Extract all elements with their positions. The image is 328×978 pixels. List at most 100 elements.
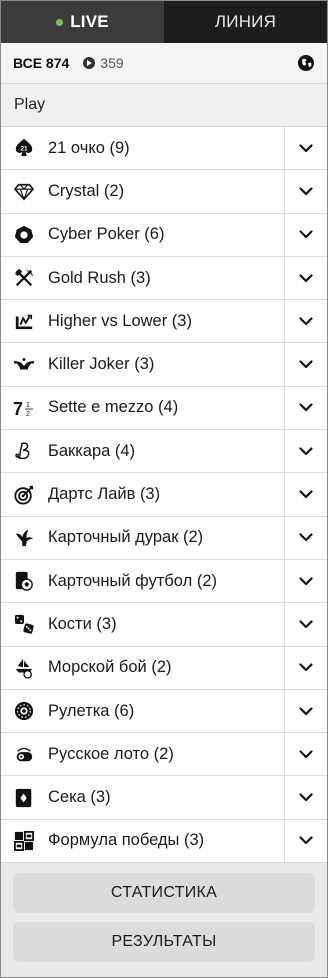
list-item-label: Карточный футбол (2): [48, 571, 217, 590]
list-item: Дартс Лайв (3): [1, 473, 327, 517]
expand-toggle[interactable]: [284, 170, 327, 213]
list-item: Кости (3): [1, 603, 327, 647]
lotto-icon: [13, 743, 35, 765]
expand-toggle[interactable]: [284, 127, 327, 170]
list-item: Рулетка (6): [1, 689, 327, 734]
list-item-main[interactable]: Сека (3): [1, 776, 284, 818]
chevron-down-icon: [299, 144, 313, 153]
svg-text:1: 1: [26, 402, 30, 409]
chevron-down-icon: [299, 663, 313, 672]
list-item-label: Кости (3): [48, 614, 117, 633]
higher-lower-icon: [13, 310, 35, 332]
list-item-main[interactable]: Рулетка (6): [1, 690, 284, 732]
expand-toggle[interactable]: [284, 516, 327, 559]
list-item-main[interactable]: 21 21 очко (9): [1, 127, 284, 169]
list-item: Higher vs Lower (3): [1, 300, 327, 344]
list-item: Карточный футбол (2): [1, 559, 327, 604]
expand-toggle[interactable]: [284, 473, 327, 516]
list-item-main[interactable]: Баккара (4): [1, 430, 284, 472]
live-events-filter[interactable]: 359: [83, 55, 124, 71]
chevron-down-icon: [299, 577, 313, 586]
list-item-label: 21 очко (9): [48, 138, 130, 157]
chevron-down-icon: [299, 447, 313, 456]
expand-toggle[interactable]: [284, 256, 327, 300]
expand-toggle[interactable]: [284, 430, 327, 473]
list-item-label: Карточный дурак (2): [48, 528, 204, 547]
expand-toggle[interactable]: [284, 689, 327, 733]
list-item-main[interactable]: Карточный футбол (2): [1, 560, 284, 602]
expand-toggle[interactable]: [284, 386, 327, 430]
filter-bar: ВСЕ 874 359: [1, 43, 327, 84]
list-item: Cyber Poker (6): [1, 213, 327, 257]
list-item-label: Баккара (4): [48, 441, 136, 460]
tab-live[interactable]: LIVE: [1, 1, 164, 43]
list-item-main[interactable]: Дартс Лайв (3): [1, 473, 284, 515]
expand-toggle[interactable]: [284, 343, 327, 386]
list-item-label: Рулетка (6): [48, 701, 135, 720]
expand-toggle[interactable]: [284, 733, 327, 776]
chevron-down-icon: [299, 490, 313, 499]
baccarat-b-icon: [13, 440, 35, 462]
game-list: 21 21 очко (9) Crystal (2) Cyber Poker (6) G…: [1, 127, 327, 864]
svg-text:21: 21: [20, 145, 28, 152]
list-item-main[interactable]: Морской бой (2): [1, 647, 284, 689]
list-item-label: Higher vs Lower (3): [48, 311, 192, 330]
list-item: Карточный дурак (2): [1, 516, 327, 560]
list-item: Баккара (4): [1, 430, 327, 474]
list-item-main[interactable]: Killer Joker (3): [1, 343, 284, 385]
list-item-label: Дартс Лайв (3): [48, 485, 161, 504]
chevron-down-icon: [299, 836, 313, 845]
list-item-label: Killer Joker (3): [48, 355, 155, 374]
list-item: Русское лото (2): [1, 733, 327, 777]
list-item: Crystal (2): [1, 170, 327, 214]
list-item-label: Русское лото (2): [48, 744, 174, 763]
expand-toggle[interactable]: [284, 300, 327, 343]
list-item-main[interactable]: Формула победы (3): [1, 820, 284, 862]
chevron-down-icon: [299, 360, 313, 369]
list-item-main[interactable]: Crystal (2): [1, 170, 284, 212]
results-button[interactable]: РЕЗУЛЬТАТЫ: [13, 922, 315, 963]
expand-toggle[interactable]: [284, 559, 327, 603]
list-item: Сека (3): [1, 776, 327, 820]
all-events-filter[interactable]: ВСЕ 874: [13, 55, 69, 71]
statistics-button[interactable]: СТАТИСТИКА: [13, 873, 315, 914]
pickaxe-hammer-icon: [13, 267, 35, 289]
expand-toggle[interactable]: [284, 646, 327, 689]
list-item-main[interactable]: Карточный дурак (2): [1, 517, 284, 559]
diamond-icon: [13, 180, 35, 202]
tab-live-label: LIVE: [70, 12, 109, 31]
expand-toggle[interactable]: [284, 819, 327, 863]
jester-icon: [13, 527, 35, 549]
svg-text:2: 2: [26, 411, 30, 418]
expand-toggle[interactable]: [284, 776, 327, 819]
play-circle-icon: [83, 57, 96, 69]
bottom-buttons: СТАТИСТИКА РЕЗУЛЬТАТЫ: [1, 863, 327, 963]
tab-line[interactable]: ЛИНИЯ: [164, 1, 327, 43]
section-header-play: Play: [1, 84, 327, 127]
chevron-down-icon: [299, 187, 313, 196]
list-item-main[interactable]: Русское лото (2): [1, 733, 284, 775]
list-item-main[interactable]: 7 1 2 Sette e mezzo (4): [1, 387, 284, 429]
list-item: Формула победы (3): [1, 819, 327, 864]
list-item-main[interactable]: Cyber Poker (6): [1, 214, 284, 256]
list-item-label: Формула победы (3): [48, 831, 205, 850]
chevron-down-icon: [299, 273, 313, 283]
list-item-label: Cyber Poker (6): [48, 225, 165, 244]
mode-tabs: LIVE ЛИНИЯ: [1, 1, 327, 43]
poker-chip-icon: [13, 224, 35, 246]
list-item-label: Сека (3): [48, 788, 111, 807]
chevron-down-icon: [299, 317, 313, 326]
globe-icon[interactable]: [297, 54, 315, 72]
list-item-main[interactable]: Gold Rush (3): [1, 257, 284, 299]
list-item-main[interactable]: Higher vs Lower (3): [1, 300, 284, 342]
chevron-down-icon: [299, 750, 313, 759]
expand-toggle[interactable]: [284, 213, 327, 256]
darts-icon: [13, 484, 35, 506]
dice-icon: [13, 613, 35, 635]
live-events-count: 359: [100, 55, 124, 71]
expand-toggle[interactable]: [284, 603, 327, 646]
list-item-main[interactable]: Кости (3): [1, 603, 284, 645]
chevron-down-icon: [299, 620, 313, 629]
list-item: Gold Rush (3): [1, 256, 327, 301]
svg-text:7: 7: [13, 399, 23, 419]
